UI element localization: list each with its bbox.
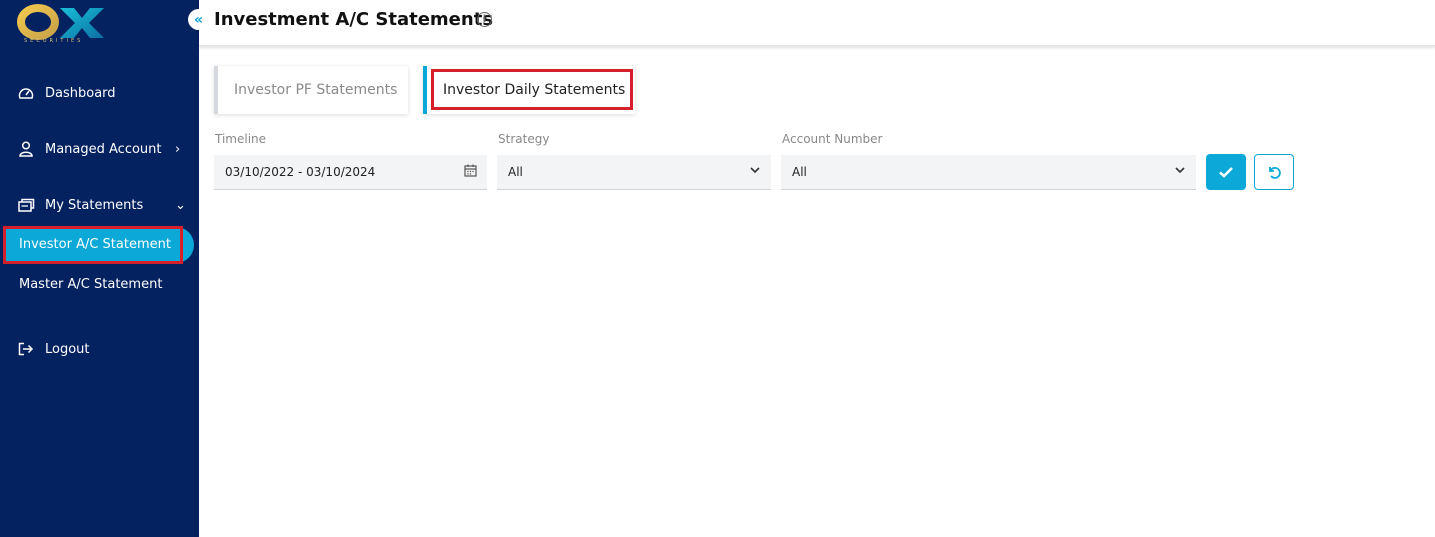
strategy-value: All bbox=[508, 165, 523, 179]
app-root: SECURITIES « Dashboard Managed Account ›… bbox=[0, 0, 1435, 537]
reset-filter-button[interactable] bbox=[1254, 154, 1294, 190]
chevron-down-icon bbox=[1174, 164, 1186, 179]
account-number-label: Account Number bbox=[782, 132, 883, 146]
double-chevron-left-icon: « bbox=[193, 11, 204, 28]
check-icon bbox=[1219, 167, 1233, 178]
timeline-date-range-input[interactable]: 03/10/2022 - 03/10/2024 bbox=[214, 155, 487, 190]
logo-subtitle: SECURITIES bbox=[24, 38, 84, 44]
page-header: Investment A/C Statements i bbox=[199, 0, 1435, 46]
tab-label: Investor PF Statements bbox=[234, 82, 398, 98]
tab-investor-pf-statements[interactable]: Investor PF Statements bbox=[214, 66, 408, 114]
sidebar-item-my-statements[interactable]: My Statements ⌄ bbox=[17, 197, 199, 213]
submenu-item-master-ac-statement[interactable]: Master A/C Statement bbox=[19, 277, 162, 292]
sidebar-item-dashboard[interactable]: Dashboard bbox=[17, 85, 116, 101]
account-number-value: All bbox=[792, 165, 807, 179]
chevron-right-icon: › bbox=[175, 141, 181, 157]
sidebar-item-logout[interactable]: Logout bbox=[17, 341, 90, 357]
collapse-sidebar-button[interactable]: « bbox=[188, 9, 209, 30]
sidebar: SECURITIES « Dashboard Managed Account ›… bbox=[0, 0, 209, 537]
apply-filter-button[interactable] bbox=[1206, 154, 1246, 190]
annotation-box-tab bbox=[431, 69, 633, 110]
undo-icon bbox=[1269, 166, 1281, 179]
submenu-item-investor-ac-statement[interactable]: Investor A/C Statement bbox=[19, 237, 171, 252]
user-icon bbox=[17, 141, 35, 157]
sidebar-item-label: Managed Account bbox=[45, 141, 162, 157]
timeline-value: 03/10/2022 - 03/10/2024 bbox=[225, 165, 376, 179]
strategy-select[interactable]: All bbox=[497, 155, 771, 190]
strategy-label: Strategy bbox=[498, 132, 550, 146]
info-icon[interactable]: i bbox=[477, 12, 492, 27]
account-number-select[interactable]: All bbox=[781, 155, 1196, 190]
dashboard-gauge-icon bbox=[17, 85, 35, 101]
sidebar-item-label: My Statements bbox=[45, 197, 144, 213]
chevron-down-icon: ⌄ bbox=[175, 197, 186, 213]
page-title: Investment A/C Statements bbox=[214, 9, 494, 30]
sidebar-item-label: Logout bbox=[45, 341, 90, 357]
sidebar-item-label: Dashboard bbox=[45, 85, 116, 101]
calendar-icon[interactable] bbox=[464, 164, 477, 180]
sidebar-item-managed-account[interactable]: Managed Account › bbox=[17, 141, 199, 157]
chevron-down-icon bbox=[749, 164, 761, 179]
statements-icon bbox=[17, 197, 35, 213]
logout-icon bbox=[17, 341, 35, 357]
timeline-label: Timeline bbox=[215, 132, 267, 146]
